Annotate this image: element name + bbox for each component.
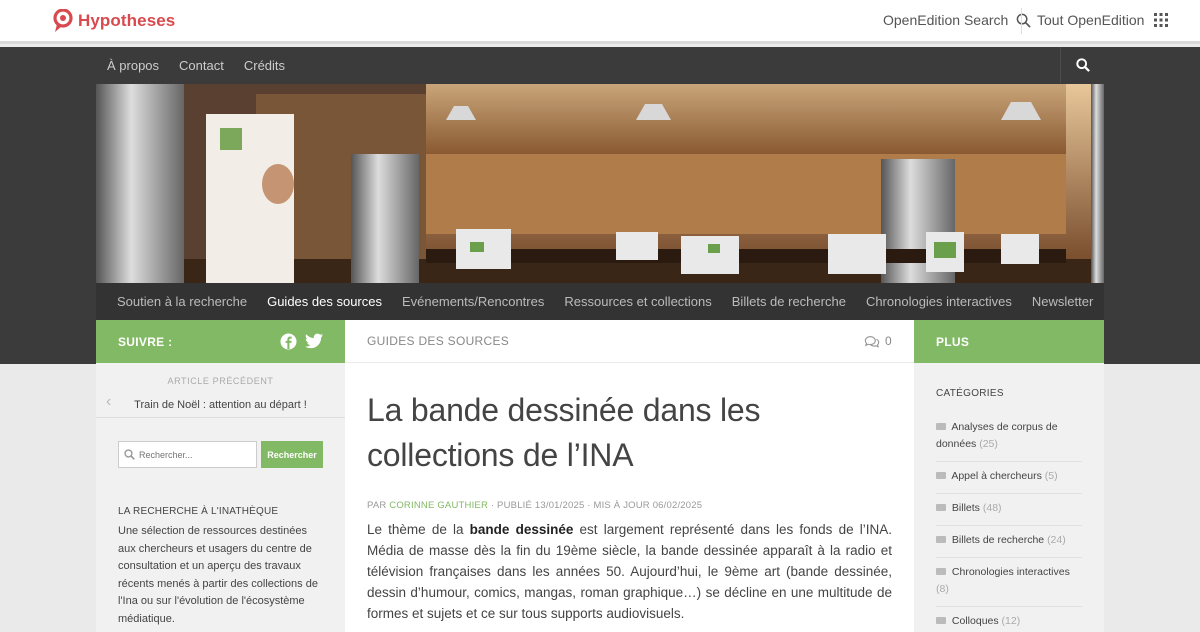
byline-dates: · PUBLIÉ 13/01/2025 · MIS À JOUR 06/02/2… — [490, 500, 703, 511]
sidebar-search-box — [118, 441, 257, 468]
main-nav-guides[interactable]: Guides des sources — [257, 294, 392, 309]
hypotheses-logo[interactable]: Hypotheses — [52, 9, 175, 33]
byline-prefix: PAR — [367, 500, 387, 511]
openedition-bar: Hypotheses OpenEdition Search Tout OpenE… — [0, 0, 1200, 44]
previous-article-label: ARTICLE PRÉCÉDENT — [167, 376, 274, 386]
folder-icon — [936, 617, 946, 624]
previous-article-link[interactable]: ‹ Train de Noël : attention au départ ! — [96, 392, 345, 418]
widget-text: Une sélection de ressources destinées au… — [118, 525, 318, 625]
right-sidebar: PLUS CATÉGORIES Analyses de corpus de do… — [914, 320, 1104, 632]
category-label: Colloques — [951, 615, 999, 627]
search-icon — [1075, 58, 1090, 72]
category-label: Appel à chercheurs — [951, 470, 1042, 482]
plus-bar: PLUS — [914, 320, 1104, 363]
widget-title: LA RECHERCHE À L'INATHÈQUE — [118, 506, 279, 517]
category-item[interactable]: Chronologies interactives (8) — [936, 558, 1082, 607]
category-count: (8) — [936, 583, 949, 595]
categories-title: CATÉGORIES — [936, 388, 1004, 399]
article-title: La bande dessinée dans les collections d… — [367, 392, 761, 473]
main-nav-newsletter[interactable]: Newsletter — [1022, 294, 1103, 309]
tout-openedition-link[interactable]: Tout OpenEdition — [1037, 12, 1169, 28]
folder-icon — [936, 423, 946, 430]
follow-label: SUIVRE : — [118, 334, 173, 349]
main-nav-evenements[interactable]: Evénements/Rencontres — [392, 294, 554, 309]
sidebar-search-input[interactable] — [139, 449, 249, 460]
twitter-icon[interactable] — [305, 333, 323, 349]
category-item[interactable]: Billets (48) — [936, 494, 1082, 526]
search-icon — [1016, 13, 1031, 28]
openedition-search-label: OpenEdition Search — [883, 12, 1009, 28]
folder-icon — [936, 568, 946, 575]
plus-label: PLUS — [936, 334, 970, 349]
category-item[interactable]: Analyses de corpus de données (25) — [936, 413, 1082, 462]
category-count: (12) — [1001, 615, 1021, 627]
folder-icon — [936, 504, 946, 511]
comments-link[interactable]: 0 — [864, 334, 892, 348]
library-illustration — [96, 84, 1104, 283]
header-image — [96, 84, 1104, 283]
sidebar-search-form: Rechercher — [118, 441, 345, 468]
main-nav: Soutien à la recherche Guides des source… — [96, 283, 1104, 320]
article-body: Le thème de la bande dessinée est largem… — [367, 519, 892, 624]
left-sidebar: SUIVRE : ARTICLE PRÉCÉDENT ‹ Train de No… — [96, 320, 345, 632]
chevron-left-icon: ‹ — [106, 393, 112, 410]
comments-icon — [864, 335, 880, 348]
sidebar-search-button[interactable]: Rechercher — [261, 441, 323, 468]
main-nav-ressources[interactable]: Ressources et collections — [554, 294, 721, 309]
category-count: (25) — [979, 438, 998, 450]
top-nav: À propos Contact Crédits — [96, 47, 1104, 83]
search-icon — [124, 449, 135, 460]
header-search-button[interactable] — [1060, 47, 1104, 83]
body-intro: Le thème de la — [367, 522, 464, 537]
category-label: Billets — [951, 502, 980, 514]
category-item[interactable]: Colloques (12) — [936, 607, 1082, 632]
article-byline: PAR CORINNE GAUTHIER · PUBLIÉ 13/01/2025… — [367, 500, 892, 511]
author-link[interactable]: CORINNE GAUTHIER — [389, 500, 488, 511]
category-item[interactable]: Billets de recherche (24) — [936, 526, 1082, 558]
category-label: Chronologies interactives — [951, 566, 1070, 578]
category-count: (24) — [1047, 534, 1066, 546]
body-bold: bande dessinée — [469, 522, 574, 537]
apps-grid-icon — [1154, 13, 1169, 27]
article-category-bar: GUIDES DES SOURCES 0 — [345, 320, 914, 363]
article: GUIDES DES SOURCES 0 La bande dessinée d… — [345, 320, 914, 632]
follow-bar: SUIVRE : — [96, 320, 345, 363]
category-label: Billets de recherche — [951, 534, 1045, 546]
openedition-search-link[interactable]: OpenEdition Search — [883, 12, 1031, 28]
comment-count: 0 — [885, 334, 892, 348]
article-category[interactable]: GUIDES DES SOURCES — [367, 334, 509, 348]
top-nav-contact[interactable]: Contact — [179, 58, 224, 73]
folder-icon — [936, 536, 946, 543]
tout-openedition-label: Tout OpenEdition — [1037, 12, 1145, 28]
brand-name: Hypotheses — [78, 11, 176, 30]
openedition-divider — [1021, 8, 1022, 34]
hypotheses-logo-icon — [53, 9, 73, 32]
category-count: (5) — [1044, 470, 1058, 482]
main-nav-billets[interactable]: Billets de recherche — [722, 294, 856, 309]
top-nav-credits[interactable]: Crédits — [244, 58, 285, 73]
category-item[interactable]: Appel à chercheurs (5) — [936, 462, 1082, 494]
categories-list: Analyses de corpus de données (25) Appel… — [936, 413, 1082, 632]
main-nav-soutien[interactable]: Soutien à la recherche — [96, 294, 257, 309]
top-nav-apropos[interactable]: À propos — [107, 58, 159, 73]
previous-article-title: Train de Noël : attention au départ ! — [134, 398, 307, 411]
facebook-icon[interactable] — [280, 333, 297, 350]
folder-icon — [936, 472, 946, 479]
social-links — [280, 333, 323, 350]
category-count: (48) — [982, 502, 1002, 514]
main-nav-chronologies[interactable]: Chronologies interactives — [856, 294, 1022, 309]
